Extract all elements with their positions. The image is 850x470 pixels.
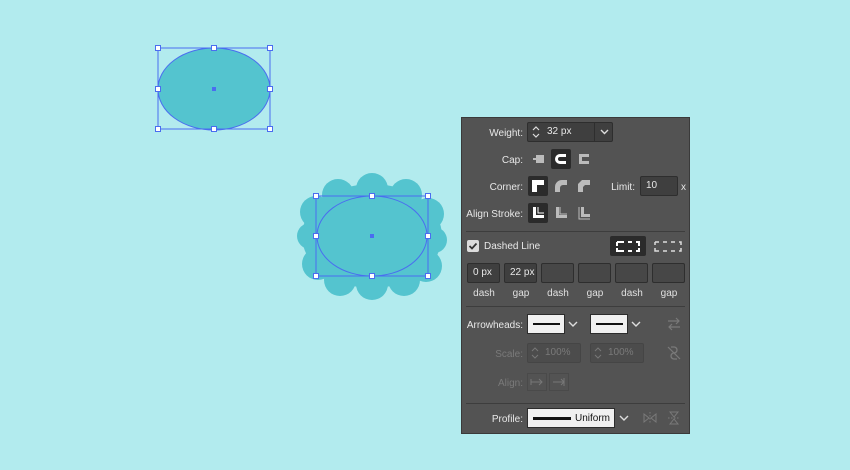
dash-1-input[interactable]: 0 px (467, 263, 500, 283)
miter-join-icon (532, 180, 544, 192)
dash-3-input[interactable] (615, 263, 648, 283)
bevel-join-button[interactable] (574, 176, 594, 196)
resize-handle (313, 273, 319, 279)
limit-label: Limit: (611, 182, 635, 193)
center-point (370, 234, 374, 238)
chevron-down-icon (619, 415, 629, 421)
dashed-line-label: Dashed Line (484, 241, 541, 252)
dash-3-label: dash (621, 288, 643, 299)
weight-combobox[interactable]: 32 px (527, 122, 613, 142)
round-cap-button[interactable] (551, 149, 571, 169)
align-stroke-center-button[interactable] (528, 203, 548, 223)
profile-label: Profile: (491, 414, 523, 425)
limit-unit: x (681, 182, 686, 193)
arrow-tip-place-button[interactable] (549, 373, 569, 391)
start-scale-value: 100% (545, 347, 571, 358)
dashed-line-checkbox[interactable] (467, 240, 479, 252)
butt-cap-icon (533, 155, 544, 163)
checkmark-icon (468, 242, 478, 250)
gap-3-label: gap (660, 288, 678, 299)
flip-across-icon[interactable] (666, 410, 682, 426)
flip-along-icon[interactable] (642, 410, 658, 426)
start-arrowhead-dropdown[interactable] (527, 314, 581, 334)
bevel-join-icon (578, 180, 590, 192)
weight-stepper-icon[interactable] (530, 124, 542, 140)
resize-handle (425, 193, 431, 199)
preserve-dashes-button[interactable] (610, 236, 646, 256)
gap-2-label: gap (586, 288, 604, 299)
no-arrowhead-line-icon (533, 323, 560, 325)
gap-1-input[interactable]: 22 px (504, 263, 537, 283)
miter-join-button[interactable] (528, 176, 548, 196)
profile-dropdown[interactable]: Uniform (527, 408, 633, 428)
gap-2-input[interactable] (578, 263, 611, 283)
dash-2-input[interactable] (541, 263, 574, 283)
weight-dropdown-chevron-icon[interactable] (594, 123, 614, 141)
projecting-cap-icon (579, 154, 589, 164)
stroke-panel: Weight: 32 px Cap: Corner: Limit: 10 x A… (461, 117, 690, 434)
resize-handle (211, 126, 217, 132)
align-outside-icon (578, 207, 590, 220)
resize-handle (155, 86, 161, 92)
stepper-icon (531, 347, 539, 359)
center-point (212, 87, 216, 91)
weight-input[interactable]: 32 px (547, 123, 571, 141)
dash-adjust-icon (654, 241, 682, 252)
corner-label: Corner: (489, 182, 523, 193)
gap-1-label: gap (512, 288, 530, 299)
resize-handle (425, 233, 431, 239)
no-arrowhead-line-icon (596, 323, 623, 325)
cap-label: Cap: (501, 155, 523, 166)
end-scale-input[interactable]: 100% (590, 343, 644, 363)
divider (466, 403, 685, 404)
align-stroke-inside-button[interactable] (551, 203, 571, 223)
chevron-down-icon (568, 321, 578, 327)
chevron-down-icon (631, 321, 641, 327)
gap-3-input[interactable] (652, 263, 685, 283)
start-scale-input[interactable]: 100% (527, 343, 581, 363)
scale-label: Scale: (495, 349, 523, 360)
resize-handle (369, 273, 375, 279)
arrow-place-icon (553, 378, 565, 386)
divider (466, 231, 685, 232)
resize-handle (313, 233, 319, 239)
uniform-profile-line-icon (533, 417, 571, 420)
dash-1-label: dash (473, 288, 495, 299)
dash-2-label: dash (547, 288, 569, 299)
resize-handle (267, 45, 273, 51)
divider (466, 306, 685, 307)
miter-limit-input[interactable]: 10 (640, 176, 678, 196)
weight-label: Weight: (489, 128, 523, 139)
profile-value: Uniform (575, 413, 611, 424)
round-cap-icon (555, 154, 566, 164)
align-dashes-button[interactable] (650, 236, 686, 256)
end-scale-value: 100% (608, 347, 634, 358)
resize-handle (155, 126, 161, 132)
resize-handle (267, 86, 273, 92)
resize-handle (369, 193, 375, 199)
resize-handle (313, 193, 319, 199)
swap-arrowheads-icon[interactable] (666, 317, 682, 331)
link-scale-icon[interactable] (666, 345, 682, 361)
resize-handle (155, 45, 161, 51)
butt-cap-button[interactable] (528, 149, 548, 169)
arrow-tip-extend-button[interactable] (527, 373, 547, 391)
projecting-cap-button[interactable] (574, 149, 594, 169)
round-join-button[interactable] (551, 176, 571, 196)
dash-corners-aligned-icon (616, 241, 640, 252)
align-stroke-outside-button[interactable] (574, 203, 594, 223)
align-label: Align: (497, 378, 523, 389)
resize-handle (211, 45, 217, 51)
round-join-icon (555, 180, 567, 192)
align-inside-icon (556, 207, 567, 218)
align-stroke-label: Align Stroke: (466, 209, 523, 220)
resize-handle (267, 126, 273, 132)
resize-handle (425, 273, 431, 279)
arrow-extend-icon (530, 378, 543, 386)
arrowheads-label: Arrowheads: (466, 320, 523, 331)
stepper-icon (594, 347, 602, 359)
align-center-icon (533, 207, 544, 218)
artboard-canvas[interactable] (0, 0, 850, 470)
end-arrowhead-dropdown[interactable] (590, 314, 644, 334)
